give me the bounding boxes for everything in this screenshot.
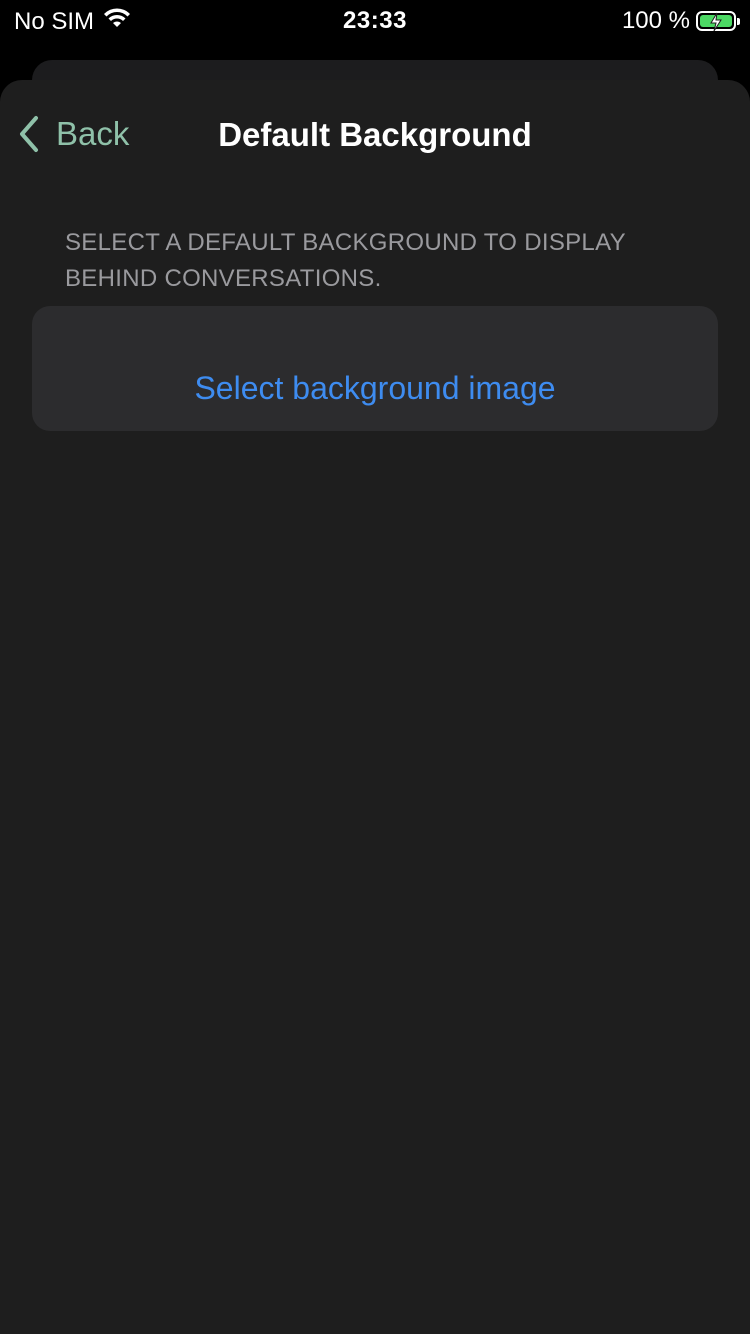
screen: No SIM 23:33 100 % Back Default Backgrou… <box>0 0 750 1334</box>
section-header: SELECT A DEFAULT BACKGROUND TO DISPLAY B… <box>65 229 626 292</box>
select-background-image-button[interactable]: Select background image <box>32 306 718 431</box>
page-title: Default Background <box>218 116 532 153</box>
navigation-bar: Back Default Background <box>0 80 750 192</box>
battery-percent: 100 % <box>621 7 690 34</box>
status-bar: No SIM 23:33 100 % <box>0 0 750 44</box>
select-background-image-label: Select background image <box>194 370 556 406</box>
status-right: 100 % <box>621 7 740 35</box>
default-background-sheet: Back Default Background SELECT A DEFAULT… <box>0 80 750 1334</box>
battery-tip <box>737 18 740 25</box>
battery-charging-icon <box>696 11 740 32</box>
bolt-icon <box>710 12 722 32</box>
